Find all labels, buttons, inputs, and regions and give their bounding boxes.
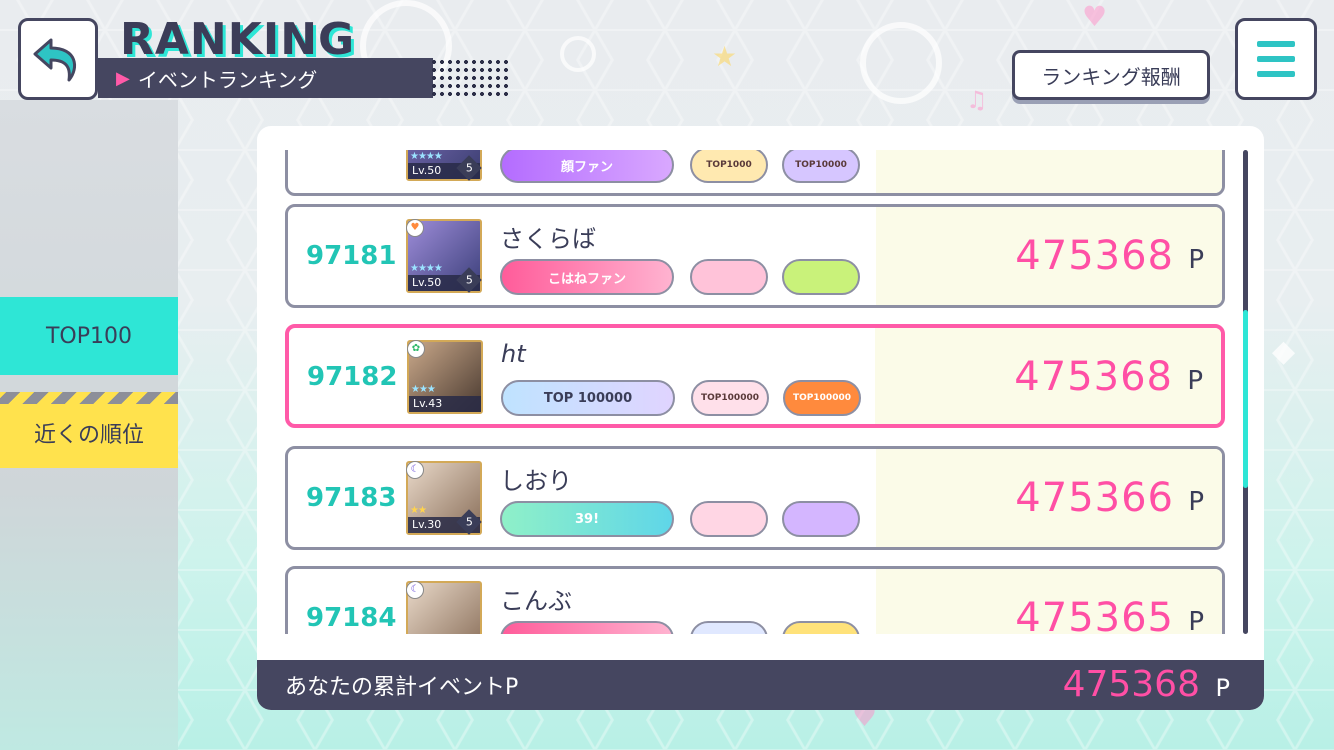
- player-avatar: ★★★★ Lv.50 5: [406, 150, 482, 181]
- honor-badge: TOP100000: [691, 380, 769, 416]
- play-triangle-icon: ▶: [116, 67, 130, 89]
- rank-number: 97183: [306, 483, 397, 513]
- score-background: [876, 150, 1222, 193]
- tab-top100[interactable]: TOP100: [0, 297, 178, 375]
- rarity-stars: ★★: [410, 505, 427, 516]
- honor-badge-text: TOP100000: [793, 393, 851, 403]
- ranking-row-self[interactable]: 97182 ✿ ★★★ Lv.43 ht TOP 100000 TOP10000…: [285, 324, 1225, 428]
- back-arrow-icon: [33, 38, 77, 82]
- my-total-points-unit: P: [1215, 674, 1230, 702]
- music-note-icon: ♫: [966, 86, 988, 114]
- master-rank: 5: [465, 515, 473, 528]
- event-points: 475365: [1015, 595, 1174, 634]
- ranking-row[interactable]: ★★★★ Lv.50 5 顔ファン TOP1000 TOP10000: [285, 150, 1225, 196]
- hamburger-icon-line: [1257, 71, 1295, 77]
- player-name: こんぶ: [500, 587, 572, 615]
- ranking-panel: ★★★★ Lv.50 5 顔ファン TOP1000 TOP10000 97181…: [257, 126, 1264, 710]
- player-name: しおり: [500, 467, 572, 495]
- rarity-stars: ★★★: [411, 384, 436, 395]
- rank-number: 97181: [306, 241, 397, 271]
- points-unit: P: [1188, 607, 1204, 634]
- attribute-heart-icon: ♥: [406, 219, 424, 237]
- honor-badge-text: TOP10000: [795, 160, 847, 170]
- menu-button[interactable]: [1235, 18, 1317, 100]
- rarity-stars: ★★★★: [410, 263, 443, 274]
- event-points: 475368: [1015, 233, 1174, 279]
- honor-badge: [690, 621, 768, 634]
- honor-title-text: TOP 100000: [543, 390, 633, 406]
- honor-title-text: こはねファン: [547, 271, 626, 287]
- honor-badge: [782, 621, 860, 634]
- decor-ring: [560, 36, 596, 72]
- honor-title: [500, 621, 674, 634]
- attribute-moon-icon: ☾: [406, 461, 424, 479]
- star-icon: ★: [712, 40, 738, 73]
- ranking-list[interactable]: ★★★★ Lv.50 5 顔ファン TOP1000 TOP10000 97181…: [257, 150, 1264, 634]
- player-avatar: ♥ ★★★★ Lv.50 5: [406, 219, 482, 293]
- honor-title: 39!: [500, 501, 674, 537]
- hamburger-icon: [1257, 41, 1295, 47]
- heart-icon: ♥: [1082, 0, 1108, 33]
- player-name: さくらば: [500, 225, 596, 253]
- points-unit: P: [1187, 366, 1203, 396]
- honor-badge: [690, 501, 768, 537]
- rarity-stars: ★★★★: [410, 151, 443, 162]
- subtitle-bar: ▶ イベントランキング: [98, 58, 433, 98]
- ranking-row[interactable]: 97181 ♥ ★★★★ Lv.50 5 さくらば こはねファン 475368 …: [285, 204, 1225, 308]
- player-avatar: ☾: [406, 581, 482, 634]
- hamburger-icon-line: [1257, 56, 1295, 62]
- points-unit: P: [1188, 245, 1204, 275]
- honor-title: こはねファン: [500, 259, 674, 295]
- event-points: 475366: [1015, 475, 1174, 521]
- honor-badge: [690, 259, 768, 295]
- my-total-points-label: あなたの累計イベントP: [285, 675, 519, 700]
- my-total-points-bar: あなたの累計イベントP 475368 P: [257, 660, 1264, 710]
- ranking-reward-button[interactable]: ランキング報酬: [1012, 50, 1210, 100]
- honor-badge: [782, 259, 860, 295]
- decor-ring: [860, 22, 942, 104]
- ranking-reward-label: ランキング報酬: [1041, 64, 1181, 89]
- tab-top100-label: TOP100: [45, 323, 132, 349]
- rank-number: 97182: [307, 362, 398, 392]
- diamond-icon: ◆: [1272, 334, 1296, 369]
- points-unit: P: [1188, 487, 1204, 517]
- honor-badge: [782, 501, 860, 537]
- back-button[interactable]: [18, 18, 98, 100]
- honor-badge: TOP10000: [782, 150, 860, 183]
- ranking-row[interactable]: 97184 ☾ こんぶ 475365 P: [285, 566, 1225, 634]
- honor-badge-text: TOP100000: [701, 393, 759, 403]
- my-total-points-value: 475368: [1062, 664, 1200, 705]
- honor-badge-text: TOP1000: [706, 160, 752, 170]
- honor-badge: TOP100000: [783, 380, 861, 416]
- halftone-decoration: [430, 58, 510, 100]
- player-avatar: ✿ ★★★ Lv.43: [407, 340, 483, 414]
- tab-nearby-rank[interactable]: 近くの順位: [0, 392, 178, 468]
- tab-nearby-rank-label: 近くの順位: [33, 423, 144, 448]
- honor-badge: TOP1000: [690, 150, 768, 183]
- hazard-stripe: [0, 392, 178, 404]
- honor-title: TOP 100000: [501, 380, 675, 416]
- event-points: 475368: [1014, 354, 1173, 400]
- rank-number: 97184: [306, 603, 397, 633]
- master-rank: 5: [465, 273, 473, 286]
- honor-title-text: 39!: [574, 511, 600, 527]
- scrollbar-thumb[interactable]: [1243, 310, 1248, 488]
- ranking-row[interactable]: 97183 ☾ ★★ Lv.30 5 しおり 39! 475366 P: [285, 446, 1225, 550]
- honor-title: 顔ファン: [500, 150, 674, 183]
- player-avatar: ☾ ★★ Lv.30 5: [406, 461, 482, 535]
- player-name: ht: [501, 340, 526, 368]
- page-subtitle: イベントランキング: [137, 67, 318, 92]
- player-level: Lv.43: [409, 396, 481, 412]
- scrollbar[interactable]: [1243, 150, 1248, 634]
- attribute-moon-icon: ☾: [406, 581, 424, 599]
- honor-title-text: 顔ファン: [560, 159, 613, 175]
- master-rank: 5: [465, 161, 473, 174]
- attribute-leaf-icon: ✿: [407, 340, 425, 358]
